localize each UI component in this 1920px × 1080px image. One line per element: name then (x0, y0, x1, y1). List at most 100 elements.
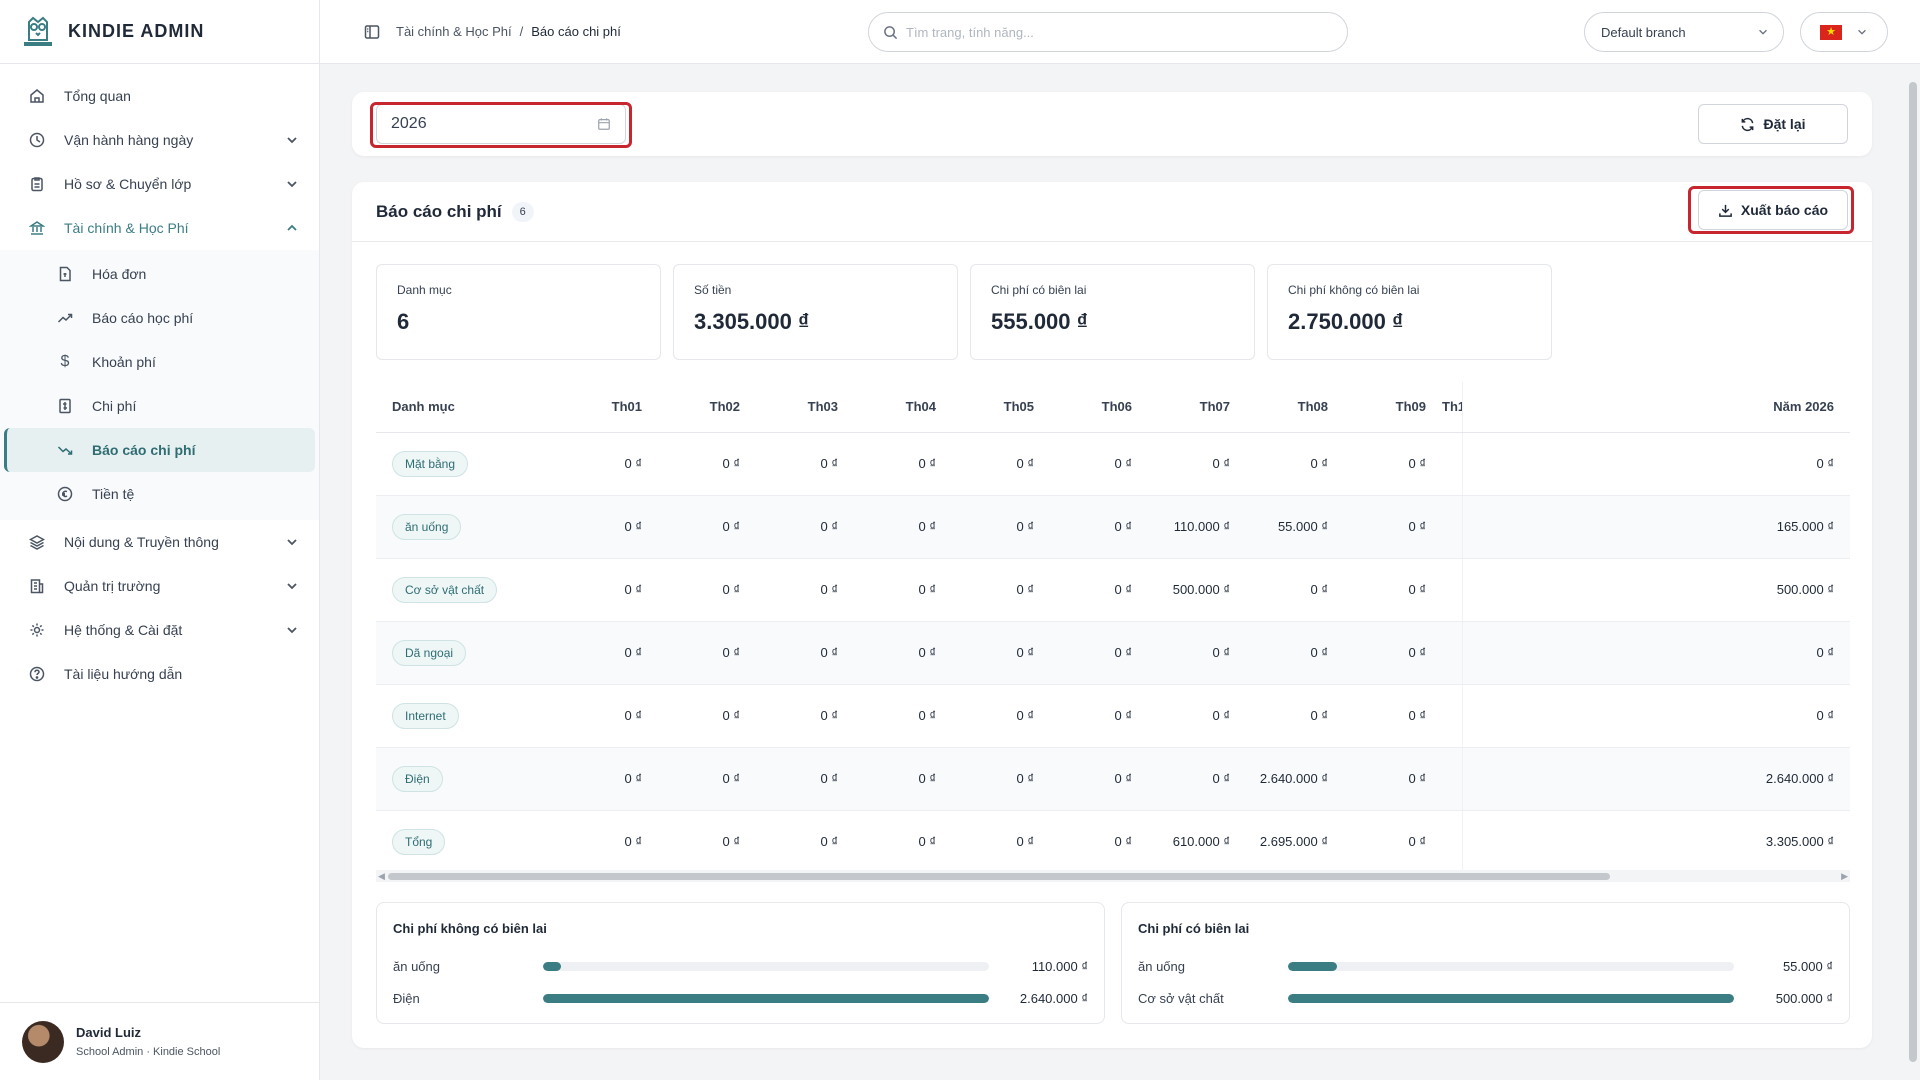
table-row: Điện 0 ₫ 0 ₫ 0 ₫ 0 ₫ 0 ₫ 0 ₫ 0 ₫ 2.640.000 ₫ 0 ₫ 2… (376, 747, 1850, 811)
amount-cell: 0 ₫ (1050, 684, 1148, 748)
help-icon (28, 665, 46, 683)
calendar-icon (598, 118, 610, 130)
sidebar-item-tuition-report[interactable]: Báo cáo học phí (4, 296, 315, 340)
amount-cell: 0 ₫ (1246, 621, 1344, 685)
amount-cell: 0 ₫ (756, 495, 854, 559)
column-header[interactable]: Th10 (1442, 382, 1462, 433)
sidebar-nav: Tổng quan Vận hành hàng ngày Hồ sơ & Chu… (0, 64, 319, 696)
sidebar-item-fees[interactable]: $ Khoản phí (4, 340, 315, 384)
brand[interactable]: KINDIE ADMIN (0, 0, 319, 64)
amount-cell: 0 ₫ (854, 432, 952, 496)
breakdown-item: Điện 2.640.000 ₫ (393, 982, 1088, 1014)
sidebar-item-expense-report[interactable]: Báo cáo chi phí (4, 428, 315, 472)
column-header[interactable]: Năm 2026 (1461, 382, 1850, 433)
stat-label: Danh mục (397, 283, 452, 297)
amount-cell: 0 ₫ (854, 558, 952, 622)
column-header[interactable]: Th01 (546, 382, 658, 433)
search-box[interactable] (868, 12, 1348, 52)
year-picker-value: 2026 (391, 115, 427, 132)
sidebar-item-settings[interactable]: Hệ thống & Cài đặt (0, 608, 319, 652)
refresh-icon (1742, 117, 1754, 131)
column-header[interactable]: Th05 (952, 382, 1050, 433)
amount-cell: 0 ₫ (1246, 684, 1344, 748)
amount-cell: 0 ₫ (1344, 495, 1442, 559)
sidebar-item-invoices[interactable]: Hóa đơn (4, 252, 315, 296)
amount-cell: 0 ₫ (952, 684, 1050, 748)
stat-value: 6 (397, 309, 410, 334)
column-header[interactable]: Th04 (854, 382, 952, 433)
column-header[interactable]: Th02 (658, 382, 756, 433)
user-profile[interactable]: David Luiz School Admin · Kindie School (0, 1002, 320, 1080)
branch-select[interactable]: Default branch (1584, 12, 1784, 52)
table-row: ăn uống 0 ₫ 0 ₫ 0 ₫ 0 ₫ 0 ₫ 0 ₫ 110.000 ₫ 55.000… (376, 495, 1850, 559)
sidebar-item-content[interactable]: Nội dung & Truyền thông (0, 520, 319, 564)
column-header[interactable]: Th08 (1246, 382, 1344, 433)
breadcrumb-separator: / (519, 24, 524, 39)
vertical-scrollbar[interactable] (1906, 64, 1920, 1080)
chevron-down-icon (1759, 29, 1767, 35)
download-icon (1719, 204, 1732, 217)
scrollbar-thumb[interactable] (1909, 82, 1917, 1062)
trend-up-icon (56, 309, 74, 327)
amount-cell: 0 ₫ (1344, 621, 1442, 685)
amount-cell: 0 ₫ (1344, 684, 1442, 748)
reset-button[interactable]: Đặt lại (1698, 104, 1848, 144)
amount-cell: 0 ₫ (756, 558, 854, 622)
expense-table-container[interactable]: Danh mục Th01 Th02 Th03 Th04 Th05 Th06 T… (376, 382, 1850, 874)
sidebar-item-overview[interactable]: Tổng quan (0, 74, 319, 118)
stat-card-categories: Danh mục 6 (376, 264, 661, 360)
breakdown-label: Điện (393, 990, 420, 1006)
amount-cell: 0 ₫ (658, 684, 756, 748)
breakdown-title: Chi phí không có biên lai (393, 921, 547, 936)
trend-down-icon (56, 441, 74, 459)
amount-cell (1442, 495, 1462, 559)
stat-value: 555.000 ₫ (991, 309, 1088, 334)
language-select[interactable]: ★ (1800, 12, 1888, 52)
scrollbar-thumb[interactable] (388, 873, 1610, 880)
chevron-down-icon (287, 539, 297, 546)
amount-cell (1442, 432, 1462, 496)
sidebar-item-currency[interactable]: Tiền tệ (4, 472, 315, 516)
export-report-button[interactable]: Xuất báo cáo (1698, 190, 1848, 230)
column-header[interactable]: Th09 (1344, 382, 1442, 433)
column-header[interactable]: Danh mục (376, 382, 546, 433)
category-cell: Mặt bằng (376, 432, 546, 496)
sidebar-item-expenses[interactable]: Chi phí (4, 384, 315, 428)
report-title: Báo cáo chi phí (376, 201, 502, 221)
progress-bar (543, 961, 989, 971)
sidebar-item-records[interactable]: Hồ sơ & Chuyển lớp (0, 162, 319, 206)
sidebar-toggle-icon[interactable] (364, 24, 380, 40)
sidebar-item-school-admin[interactable]: Quản trị trường (0, 564, 319, 608)
user-name: David Luiz (76, 1025, 142, 1040)
amount-cell: 0 ₫ (1050, 747, 1148, 811)
category-cell: Điện (376, 747, 546, 811)
chevron-down-icon (287, 137, 297, 144)
report-header: Báo cáo chi phí 6 (352, 182, 1872, 242)
breakdown-row: Chi phí không có biên lai ăn uống 110.00… (376, 902, 1850, 1024)
report-card: Báo cáo chi phí 6 Xuất báo cáo Danh mục … (352, 182, 1872, 1048)
stat-card-with-receipt: Chi phí có biên lai 555.000 ₫ (970, 264, 1255, 360)
column-header[interactable]: Th03 (756, 382, 854, 433)
column-header[interactable]: Th07 (1148, 382, 1246, 433)
category-tag: Cơ sở vật chất (392, 576, 498, 603)
scroll-right-icon[interactable]: ▶ (1841, 871, 1848, 882)
sidebar-item-finance[interactable]: Tài chính & Học Phí (0, 206, 319, 250)
horizontal-scrollbar[interactable]: ◀ ▶ (376, 870, 1850, 882)
sidebar-item-docs[interactable]: Tài liệu hướng dẫn (0, 652, 319, 696)
breadcrumb-item[interactable]: Tài chính & Học Phí (396, 24, 512, 39)
breakdown-value: 2.640.000 ₫ (1019, 990, 1088, 1006)
category-tag: Điện (392, 765, 443, 792)
year-picker[interactable]: 2026 (376, 104, 626, 144)
amount-cell: 0 ₫ (1344, 432, 1442, 496)
amount-cell: 0 ₫ (546, 495, 658, 559)
column-header[interactable]: Th06 (1050, 382, 1148, 433)
scroll-left-icon[interactable]: ◀ (378, 871, 385, 882)
category-tag: Tổng (392, 828, 446, 855)
sidebar-item-daily-ops[interactable]: Vận hành hàng ngày (0, 118, 319, 162)
topbar: Tài chính & Học Phí / Báo cáo chi phí De… (320, 0, 1920, 64)
category-cell: Cơ sở vật chất (376, 558, 546, 622)
search-input[interactable] (906, 24, 1326, 40)
clock-icon (28, 131, 46, 149)
category-tag: Internet (392, 702, 459, 729)
amount-cell: 0 ₫ (952, 495, 1050, 559)
